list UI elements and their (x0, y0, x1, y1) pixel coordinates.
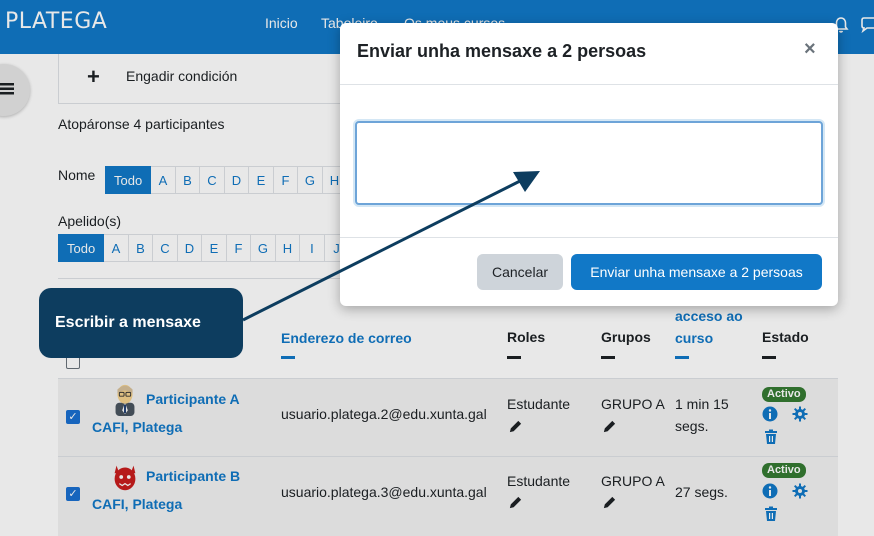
message-textarea[interactable] (355, 121, 823, 205)
send-message-button[interactable]: Enviar unha mensaxe a 2 persoas (571, 254, 822, 290)
dialog-title: Enviar unha mensaxe a 2 persoas (357, 41, 647, 61)
close-icon[interactable]: × (804, 38, 816, 61)
instruction-callout: Escribir a mensaxe (39, 288, 243, 358)
send-message-dialog: Enviar unha mensaxe a 2 persoas × Cancel… (340, 23, 838, 306)
cancel-button[interactable]: Cancelar (477, 254, 563, 290)
dialog-footer-divider (340, 237, 838, 238)
dialog-header-divider (340, 84, 838, 85)
callout-text: Escribir a mensaxe (55, 314, 201, 331)
